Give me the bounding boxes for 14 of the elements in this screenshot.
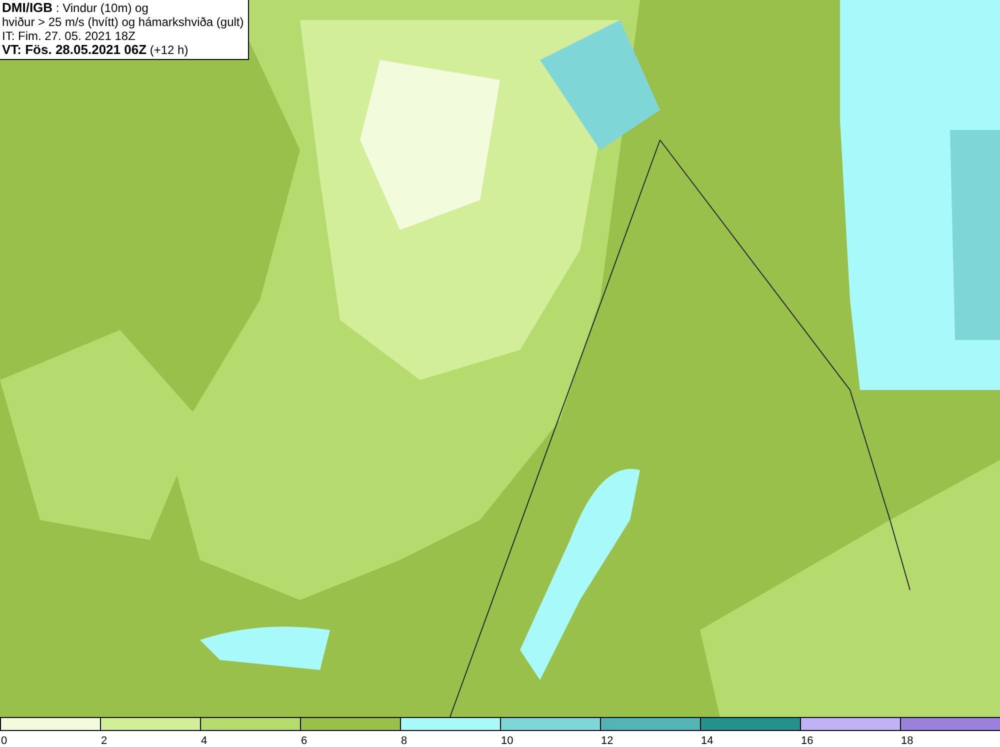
legend-tick-label: 6 <box>300 735 308 747</box>
legend-tick-label: 16 <box>800 735 814 747</box>
legend-tick-label: 12 <box>600 735 614 747</box>
legend-tick-label: 18 <box>900 735 914 747</box>
info-text: IT: Fim. 27. 05. 2021 18Z <box>2 29 136 43</box>
legend-tick-label: 8 <box>400 735 408 747</box>
legend-tick-label: 2 <box>100 735 108 747</box>
info-text: DMI/IGB : Vindur (10m) og <box>2 1 150 15</box>
legend-tick-label: 0 <box>0 735 8 747</box>
legend-tick-label: 14 <box>700 735 714 747</box>
legend-tick-label: 4 <box>200 735 208 747</box>
info-text: hviður > 25 m/s (hvítt) og hámarkshviða (gult) <box>2 15 244 29</box>
legend-tick-label: 10 <box>500 735 514 747</box>
info-text: VT: Fös. 28.05.2021 06Z (+12 h) <box>2 43 190 57</box>
